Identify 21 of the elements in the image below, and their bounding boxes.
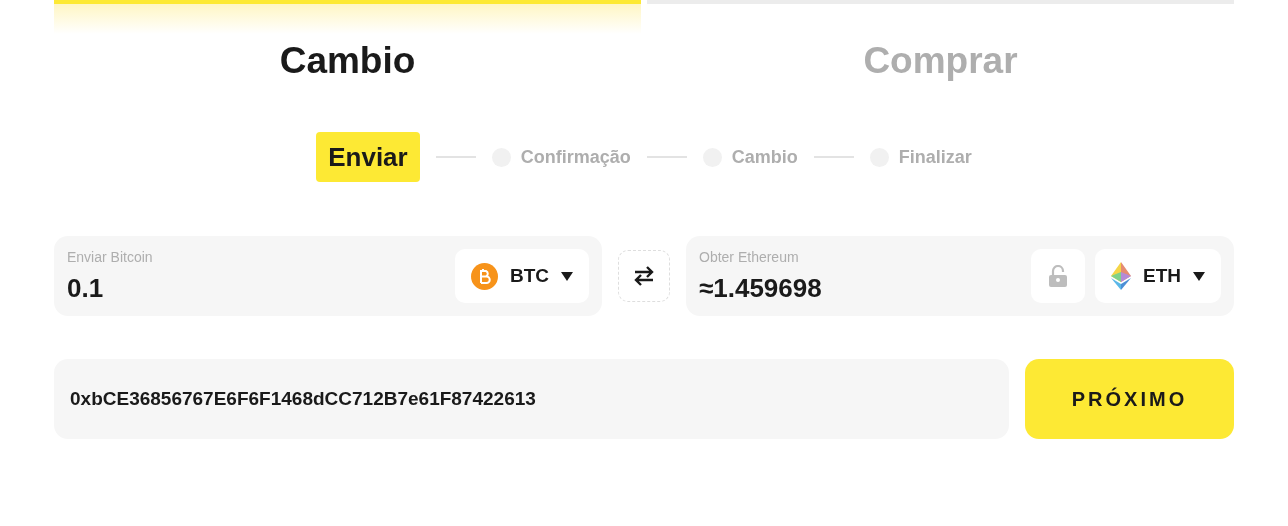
amount-value: ≈1.459698: [699, 272, 823, 304]
swap-button[interactable]: [618, 250, 670, 302]
amount-field[interactable]: Obter Ethereum ≈1.459698 ETH: [686, 236, 1234, 316]
ethereum-icon: [1111, 262, 1131, 290]
bitcoin-icon: [470, 262, 498, 290]
step-label: Cambio: [731, 146, 798, 168]
unlocked-padlock-icon: [1049, 265, 1067, 287]
step-label: Confirmação: [520, 146, 631, 168]
currency-select[interactable]: ETH: [1095, 249, 1221, 303]
address-field[interactable]: 0xbCE36856767E6F6F1468dCC712B7e61F87422613: [54, 359, 1009, 439]
caret-icon: [561, 271, 573, 281]
field-label: Enviar Bitcoin: [67, 248, 154, 265]
caret-icon: [1193, 271, 1205, 281]
currency-select[interactable]: BTC: [454, 249, 589, 303]
amount-value: 0.1: [67, 272, 105, 304]
step-label: Finalizar: [898, 146, 972, 168]
next-button[interactable]: PRÓXIMO: [1025, 359, 1234, 439]
step-label: Enviar: [316, 132, 420, 182]
swap-arrows-icon: [634, 265, 654, 287]
field-label: Obter Ethereum: [699, 248, 800, 265]
amount-field[interactable]: Enviar Bitcoin 0.1 BTC: [54, 236, 602, 316]
